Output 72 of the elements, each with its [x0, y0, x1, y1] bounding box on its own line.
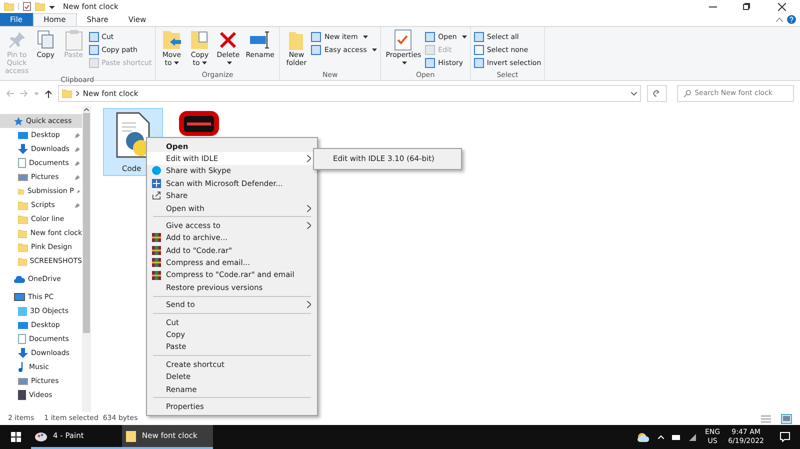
dropdown-caret-icon [226, 61, 232, 66]
dropdown-caret-icon [362, 35, 368, 39]
copy-pages-icon [36, 30, 55, 50]
desktop-icon [18, 322, 28, 328]
restore-icon[interactable] [743, 3, 750, 10]
pin-icon [75, 146, 80, 152]
tray-caret-icon[interactable] [658, 435, 664, 439]
folder-icon [126, 430, 136, 442]
folder-icon [4, 2, 14, 11]
notification-icon[interactable] [780, 432, 790, 442]
cloud-icon [14, 276, 25, 282]
details-view-icon[interactable] [761, 414, 771, 422]
rename-icon [249, 30, 272, 50]
windows-logo-icon[interactable] [10, 432, 20, 442]
cube-icon [18, 306, 27, 316]
picture-icon [18, 174, 28, 180]
folder-icon [288, 29, 304, 51]
archive-books-icon [152, 258, 161, 268]
chevron-right-icon [307, 222, 311, 230]
scroll-up-icon[interactable] [84, 108, 89, 111]
battery-icon[interactable] [672, 434, 680, 440]
dropdown-caret-icon [174, 61, 179, 66]
skype-icon [152, 166, 161, 176]
download-arrow-icon [18, 144, 28, 154]
weather-cloud-icon[interactable] [637, 432, 650, 442]
dropdown-caret-icon [372, 48, 377, 52]
checkmark-document-icon[interactable] [23, 2, 31, 11]
shield-icon [152, 178, 161, 188]
collapse-caret-icon[interactable] [776, 17, 783, 22]
close-icon[interactable] [778, 2, 786, 10]
pin-icon [75, 160, 80, 166]
wifi-icon[interactable] [688, 432, 697, 442]
desktop-icon [18, 132, 28, 138]
chevron-right-icon [307, 301, 311, 308]
refresh-button[interactable] [646, 85, 667, 102]
palette-icon [35, 430, 47, 442]
folder-icon [35, 2, 45, 11]
download-arrow-icon [18, 348, 28, 358]
computer-icon [14, 293, 25, 301]
thumbnail-icon [783, 416, 790, 421]
dropdown-caret-icon[interactable] [49, 4, 55, 10]
chevron-right-icon [307, 204, 311, 212]
picture-icon [18, 378, 28, 384]
dropdown-caret-icon [462, 35, 467, 39]
folder-arrow-icon [162, 29, 182, 51]
search-icon [684, 90, 691, 97]
share-icon [152, 191, 161, 200]
help-icon[interactable] [787, 15, 796, 24]
archive-books-icon [152, 270, 161, 280]
dropdown-caret-icon [402, 61, 407, 66]
pin-icon [75, 132, 80, 138]
scrollbar[interactable] [82, 106, 91, 412]
pin-icon [76, 188, 80, 194]
delete-x-icon [219, 31, 238, 49]
up-arrow-icon[interactable] [44, 90, 52, 98]
film-icon [18, 390, 26, 400]
large-icons-view-button[interactable] [781, 414, 792, 424]
dropdown-caret-icon [202, 61, 207, 66]
pin-icon [75, 174, 80, 180]
pin-icon [75, 202, 80, 208]
dropdown-chevron-icon[interactable] [630, 92, 637, 96]
folder-icon [62, 89, 72, 98]
clock-app-icon [177, 110, 221, 136]
refresh-icon [653, 90, 660, 97]
document-icon [18, 158, 26, 168]
document-icon [18, 334, 26, 344]
chevron-right-icon [307, 155, 311, 162]
archive-books-icon [152, 233, 161, 242]
archive-books-icon [152, 246, 161, 255]
star-icon [14, 116, 23, 126]
chevron-right-icon [76, 91, 79, 96]
pin-icon [6, 30, 27, 50]
